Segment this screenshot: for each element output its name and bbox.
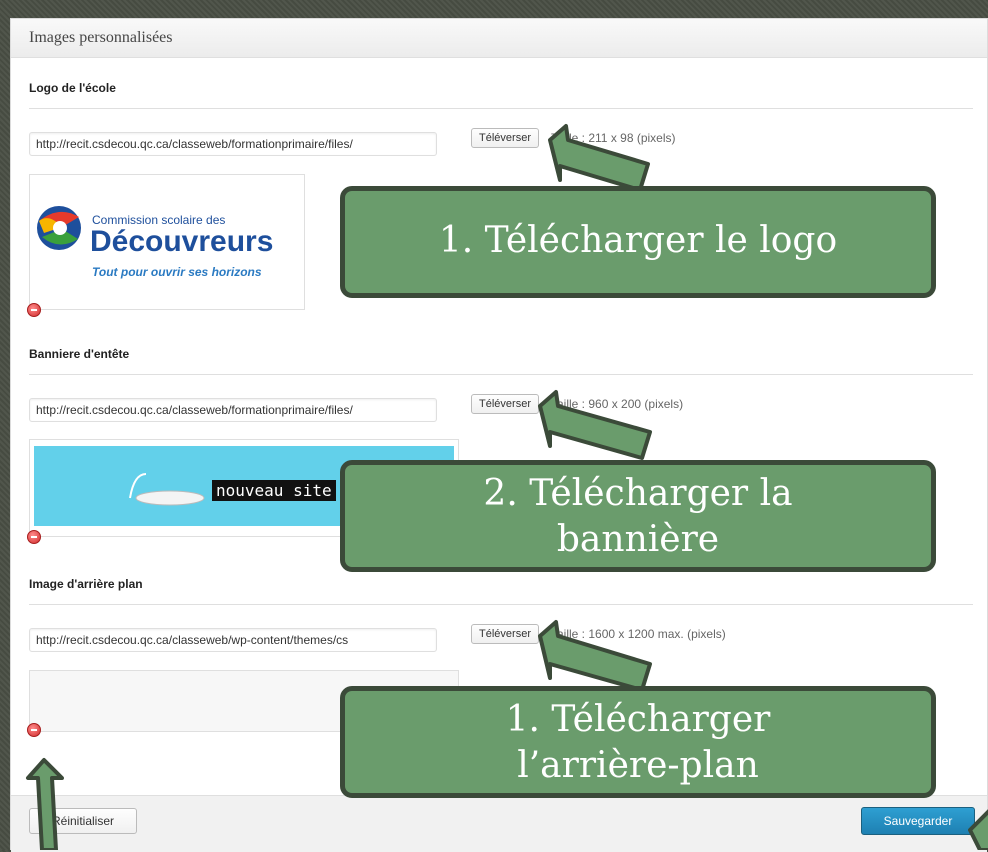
school-logo-icon [37, 206, 81, 250]
background-section-title: Image d'arrière plan [29, 577, 143, 591]
logo-line-3: Tout pour ouvrir ses horizons [92, 265, 262, 279]
callout-upload-banner: 2. Télécharger la bannière [340, 460, 936, 572]
banner-url-input[interactable]: http://recit.csdecou.qc.ca/classeweb/for… [29, 398, 437, 422]
callout-background-line-1: 1. Télécharger [505, 699, 771, 740]
logo-preview: Commission scolaire des Découvreurs Tout… [29, 174, 305, 310]
remove-logo-icon[interactable] [27, 303, 41, 317]
banner-size-text: Taille : 960 x 200 (pixels) [551, 397, 684, 411]
callout-upload-logo: 1. Télécharger le logo [340, 186, 936, 298]
callout-background-line-2: l’arrière-plan [517, 745, 759, 786]
background-url-input[interactable]: http://recit.csdecou.qc.ca/classeweb/wp-… [29, 628, 437, 652]
banner-text: nouveau site [212, 480, 336, 501]
banner-section-title: Banniere d'entête [29, 347, 130, 361]
background-size-text: Taille : 1600 x 1200 max. (pixels) [551, 627, 726, 641]
logo-section-title: Logo de l'école [29, 81, 116, 95]
save-button[interactable]: Sauvegarder [861, 807, 975, 835]
callout-banner-line-1: 2. Télécharger la [483, 473, 793, 514]
banner-upload-button[interactable]: Téléverser [471, 394, 539, 414]
logo-line-2: Découvreurs [90, 225, 274, 258]
mouse-icon [129, 473, 205, 506]
remove-banner-icon[interactable] [27, 530, 41, 544]
reset-button[interactable]: Réinitialiser [29, 808, 137, 834]
panel-header: Images personnalisées [11, 19, 987, 58]
logo-upload-button[interactable]: Téléverser [471, 128, 539, 148]
divider [29, 374, 973, 375]
panel-footer: Réinitialiser Sauvegarder [11, 795, 987, 852]
divider [29, 108, 973, 109]
callout-upload-background: 1. Télécharger l’arrière-plan [340, 686, 936, 798]
divider [29, 604, 973, 605]
logo-size-text: Taille : 211 x 98 (pixels) [551, 131, 676, 145]
remove-background-icon[interactable] [27, 723, 41, 737]
background-upload-button[interactable]: Téléverser [471, 624, 539, 644]
panel-title: Images personnalisées [29, 29, 173, 46]
callout-logo-text: 1. Télécharger le logo [438, 220, 838, 261]
callout-banner-line-2: bannière [556, 519, 720, 560]
logo-url-input[interactable]: http://recit.csdecou.qc.ca/classeweb/for… [29, 132, 437, 156]
